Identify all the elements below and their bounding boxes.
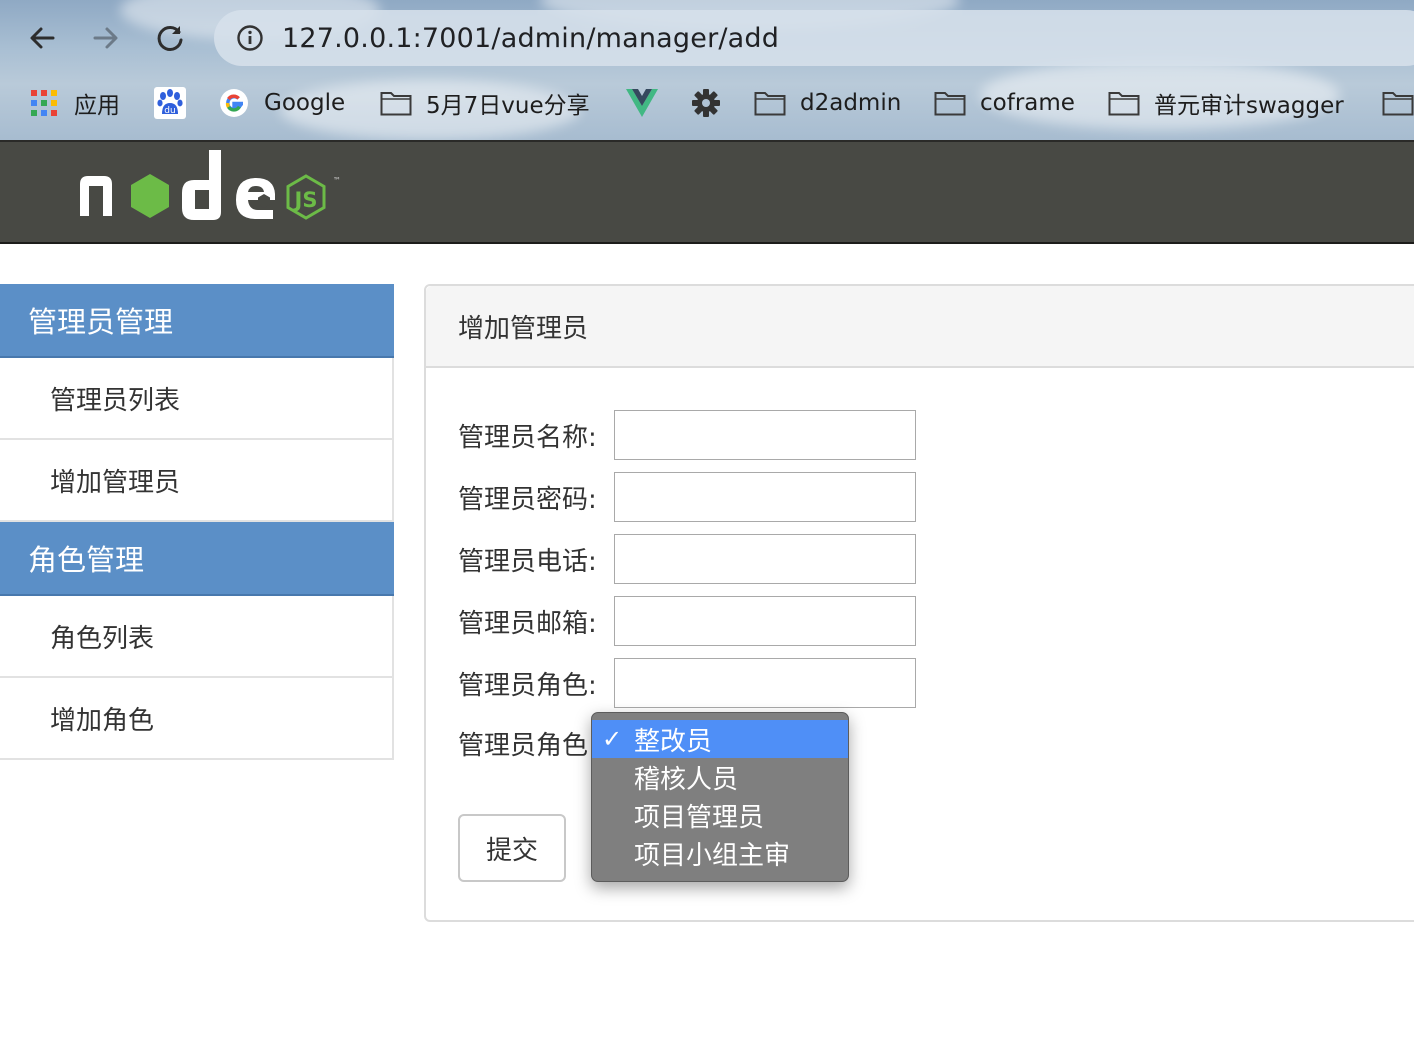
- manager-role-input[interactable]: [614, 658, 916, 708]
- url-text[interactable]: 127.0.0.1:7001/admin/manager/add: [282, 23, 779, 54]
- bookmark-label: Google: [264, 90, 346, 116]
- bookmark-coframe[interactable]: coframe: [934, 78, 1075, 128]
- bookmark-label: d2admin: [800, 90, 902, 116]
- bookmark-swagger[interactable]: 普元审计swagger: [1108, 78, 1344, 128]
- sidebar-item-manager-list[interactable]: 管理员列表: [0, 358, 394, 440]
- reload-button[interactable]: [150, 18, 190, 58]
- role-option-rectifier[interactable]: ✓ 整改员: [592, 720, 848, 758]
- role-option-project-manager[interactable]: 项目管理员: [592, 796, 848, 834]
- arrow-left-icon: [30, 27, 55, 49]
- nodejs-logo: JS ™: [74, 146, 354, 234]
- form-row-role-text: 管理员角色:: [458, 658, 916, 708]
- address-bar[interactable]: 127.0.0.1:7001/admin/manager/add: [214, 10, 1414, 66]
- role-option-auditor[interactable]: 稽核人员: [592, 758, 848, 796]
- bookmark-vue-share[interactable]: 5月7日vue分享: [380, 78, 590, 128]
- bookmarks-bar: 应用 du Google 5月7日vue分享 d2admin coframe 普…: [0, 78, 1414, 128]
- folder-icon: [934, 87, 966, 119]
- bookmark-apps[interactable]: 应用: [28, 78, 120, 128]
- field-label: 管理员邮箱:: [458, 608, 597, 639]
- option-label: 项目管理员: [634, 802, 765, 833]
- form-row-name: 管理员名称:: [458, 410, 916, 460]
- gear-icon: [690, 87, 722, 119]
- site-header: JS ™: [0, 140, 1414, 244]
- bookmark-label: coframe: [980, 90, 1075, 116]
- form-row-password: 管理员密码:: [458, 472, 916, 522]
- field-label: 管理员密码:: [458, 484, 597, 515]
- panel-title: 增加管理员: [426, 286, 1414, 368]
- bookmark-d2admin[interactable]: d2admin: [754, 78, 901, 128]
- forward-button[interactable]: [86, 18, 126, 58]
- sidebar-item-role-list[interactable]: 角色列表: [0, 596, 394, 678]
- folder-icon: [1108, 87, 1140, 119]
- option-label: 项目小组主审: [634, 840, 791, 871]
- bookmark-label: 应用: [74, 93, 120, 119]
- sidebar: 管理员管理 管理员列表 增加管理员 角色管理 角色列表 增加角色: [0, 284, 394, 760]
- sidebar-item-add-role[interactable]: 增加角色: [0, 678, 394, 760]
- sidebar-item-add-manager[interactable]: 增加管理员: [0, 440, 394, 522]
- bookmark-vue[interactable]: [626, 78, 658, 128]
- bookmark-google[interactable]: Google: [218, 78, 345, 128]
- sidebar-group-role[interactable]: 角色管理: [0, 522, 394, 596]
- browser-chrome: 127.0.0.1:7001/admin/manager/add 应用 du G…: [0, 0, 1414, 140]
- check-icon: ✓: [602, 725, 623, 753]
- sidebar-group-manager[interactable]: 管理员管理: [0, 284, 394, 358]
- manager-email-input[interactable]: [614, 596, 916, 646]
- folder-icon: [1382, 87, 1414, 119]
- google-g-icon: [218, 87, 250, 119]
- vue-logo-icon: [626, 87, 658, 119]
- svg-text:JS: JS: [293, 188, 318, 212]
- folder-icon: [754, 87, 786, 119]
- back-button[interactable]: [22, 18, 62, 58]
- folder-icon: [380, 87, 412, 119]
- bookmark-baidu[interactable]: du: [154, 78, 186, 128]
- trademark-mark: ™: [333, 176, 341, 185]
- field-label: 管理员电话:: [458, 546, 597, 577]
- submit-button[interactable]: 提交: [458, 814, 566, 882]
- bookmark-more-folder[interactable]: [1382, 78, 1414, 128]
- option-label: 整改员: [634, 726, 713, 757]
- site-info-icon[interactable]: [234, 22, 266, 54]
- field-label: 管理员角色:: [458, 670, 597, 701]
- bookmark-label: 普元审计swagger: [1154, 93, 1344, 119]
- bookmark-settings[interactable]: [690, 78, 722, 128]
- option-label: 稽核人员: [634, 764, 739, 795]
- manager-password-input[interactable]: [614, 472, 916, 522]
- baidu-paw-icon: du: [154, 87, 186, 119]
- role-option-team-lead-auditor[interactable]: 项目小组主审: [592, 834, 848, 872]
- form-row-phone: 管理员电话:: [458, 534, 916, 584]
- add-manager-panel: 增加管理员 管理员名称: 管理员密码: 管理员电话: 管理员邮箱: 管理员角色:…: [424, 284, 1414, 922]
- manager-name-input[interactable]: [614, 410, 916, 460]
- reload-icon: [157, 25, 183, 51]
- field-label: 管理员名称:: [458, 422, 597, 453]
- arrow-right-icon: [93, 27, 118, 49]
- role-select-dropdown[interactable]: ✓ 整改员 稽核人员 项目管理员 项目小组主审: [591, 712, 849, 882]
- form-row-email: 管理员邮箱:: [458, 596, 916, 646]
- manager-phone-input[interactable]: [614, 534, 916, 584]
- apps-grid-icon: [28, 87, 60, 119]
- svg-text:du: du: [164, 106, 175, 116]
- bookmark-label: 5月7日vue分享: [426, 93, 590, 119]
